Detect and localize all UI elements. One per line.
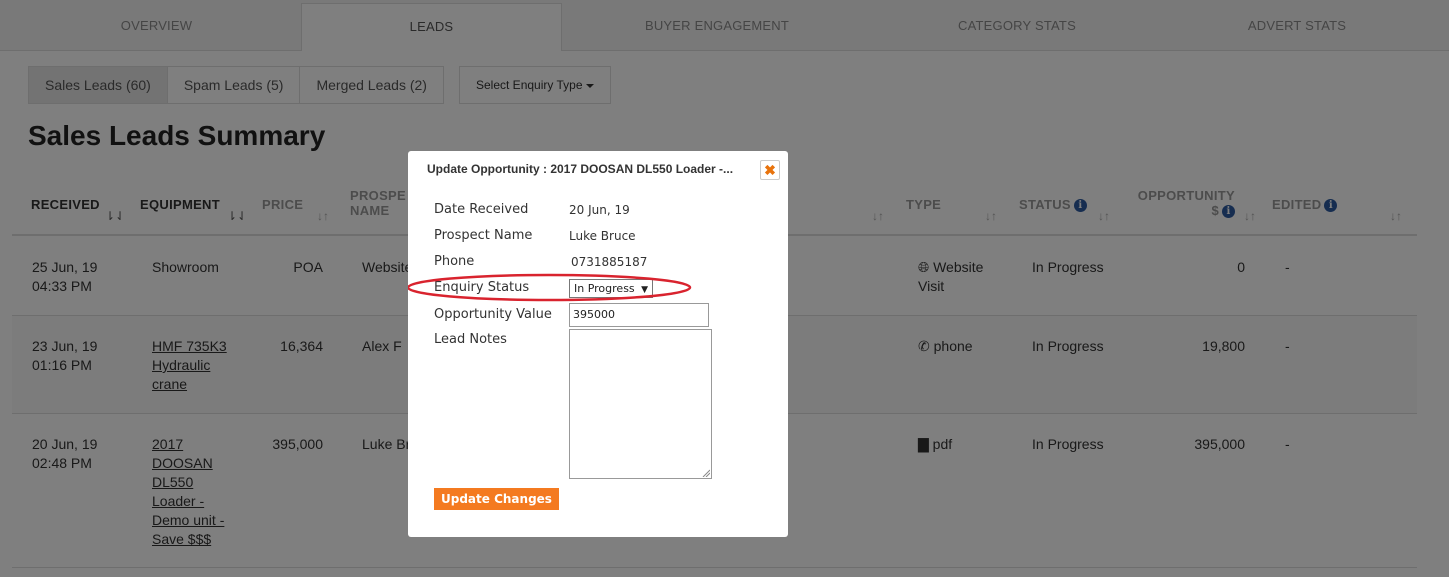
close-icon[interactable]: ✖ xyxy=(760,160,780,180)
date-received-value: 20 Jun, 19 xyxy=(569,203,630,217)
prospect-name-value: Luke Bruce xyxy=(569,229,636,243)
phone-value: 0731885187 xyxy=(571,255,648,269)
lead-notes-label: Lead Notes xyxy=(434,332,507,347)
dropdown-arrow-icon: ▼ xyxy=(641,285,649,295)
update-changes-button[interactable]: Update Changes xyxy=(434,488,559,510)
date-received-label: Date Received xyxy=(434,202,529,217)
enquiry-status-select[interactable]: In Progress ▼ xyxy=(569,279,654,298)
update-opportunity-modal: Update Opportunity : 2017 DOOSAN DL550 L… xyxy=(408,151,788,537)
modal-title: Update Opportunity : 2017 DOOSAN DL550 L… xyxy=(427,162,734,176)
phone-label: Phone xyxy=(434,254,475,269)
enquiry-status-label: Enquiry Status xyxy=(434,280,530,295)
opportunity-value-label: Opportunity Value xyxy=(434,307,552,322)
resize-grip-icon[interactable] xyxy=(702,469,710,477)
enquiry-status-value: In Progress xyxy=(574,282,635,295)
prospect-name-label: Prospect Name xyxy=(434,228,533,243)
lead-notes-textarea[interactable] xyxy=(569,329,712,479)
opportunity-value-input[interactable]: 395000 xyxy=(569,303,709,327)
